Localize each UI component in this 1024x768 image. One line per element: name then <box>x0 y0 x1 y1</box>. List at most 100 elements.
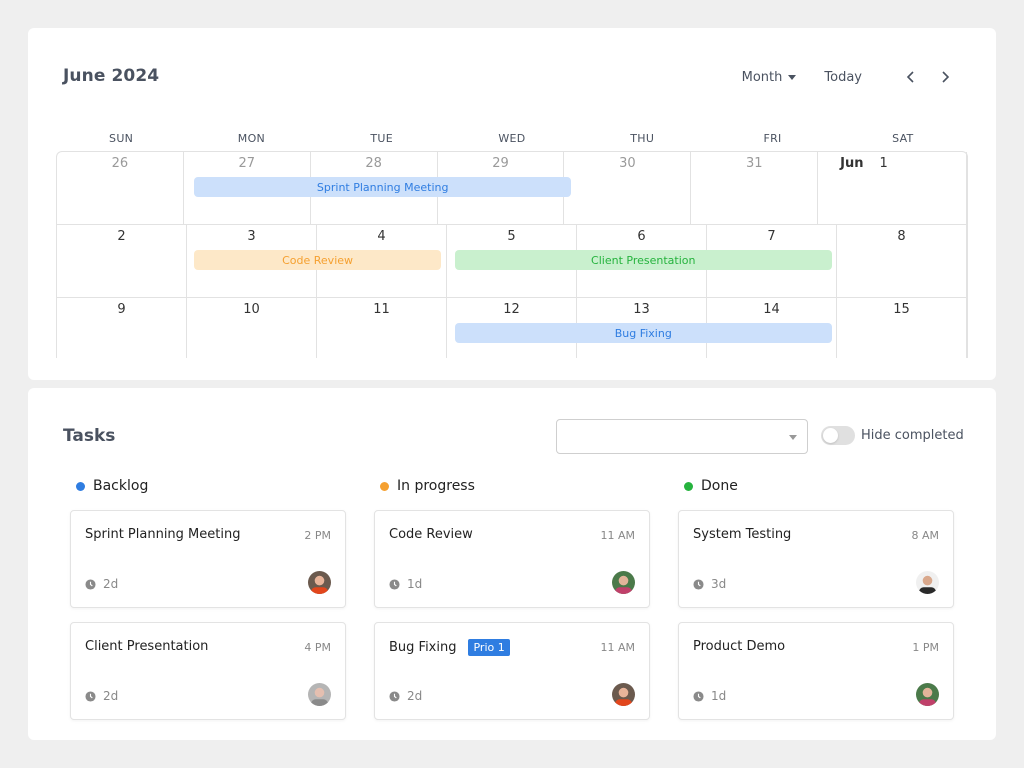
calendar-event[interactable]: Sprint Planning Meeting <box>194 177 572 197</box>
task-time: 11 AM <box>600 641 635 654</box>
day-number: 5 <box>507 229 516 244</box>
task-title: Sprint Planning Meeting <box>85 527 240 542</box>
day-number: 6 <box>637 229 646 244</box>
duration-text: 1d <box>407 577 423 591</box>
duration-text: 3d <box>711 577 727 591</box>
month-label: Jun <box>840 156 864 171</box>
status-dot-icon <box>380 481 389 491</box>
prev-month-button[interactable] <box>900 66 922 88</box>
clock-icon <box>85 578 96 590</box>
calendar-title: June 2024 <box>63 66 160 86</box>
week-row: 9 10 11 12 13 14 15 Bug Fixing <box>57 298 967 358</box>
clock-icon <box>389 690 400 702</box>
task-card[interactable]: Bug Fixing Prio 1 11 AM 2d <box>374 622 650 720</box>
day-cell[interactable]: 11 <box>317 298 447 358</box>
day-cell[interactable]: 26 <box>57 152 184 224</box>
task-title-text: Client Presentation <box>85 639 209 654</box>
day-number: 15 <box>893 302 910 317</box>
clock-icon <box>693 690 704 702</box>
hide-completed-label: Hide completed <box>861 428 964 443</box>
toggle-knob <box>823 428 838 443</box>
caret-down-icon <box>789 435 797 440</box>
day-cell[interactable]: 8 <box>837 225 967 297</box>
calendar-event[interactable]: Code Review <box>194 250 441 270</box>
weekday-label: THU <box>630 132 655 145</box>
column-header: Done <box>684 476 954 496</box>
duration-text: 2d <box>103 577 119 591</box>
day-number: 30 <box>619 156 636 171</box>
avatar[interactable] <box>916 571 939 594</box>
clock-icon <box>389 578 400 590</box>
task-title: Product Demo <box>693 639 785 654</box>
weekday-label: FRI <box>763 132 782 145</box>
toggle-switch[interactable] <box>821 426 855 445</box>
task-card[interactable]: System Testing 8 AM 3d <box>678 510 954 608</box>
task-duration: 3d <box>693 577 726 591</box>
calendar-controls: Month Today <box>742 66 956 88</box>
task-card[interactable]: Product Demo 1 PM 1d <box>678 622 954 720</box>
week-row: 2 3 4 5 6 7 8 Code Review Client Presentation <box>57 225 967 298</box>
day-number: 27 <box>238 156 256 171</box>
task-duration: 1d <box>389 577 422 591</box>
task-time: 1 PM <box>912 641 939 654</box>
day-cell[interactable]: 10 <box>187 298 317 358</box>
calendar-event[interactable]: Bug Fixing <box>454 323 832 343</box>
day-number: 11 <box>373 302 390 317</box>
task-title-text: Code Review <box>389 527 473 542</box>
weekday-label: WED <box>498 132 526 145</box>
view-select[interactable]: Month <box>742 70 797 85</box>
avatar[interactable] <box>308 683 331 706</box>
day-cell[interactable]: 30 <box>564 152 692 224</box>
day-cell[interactable]: 2 <box>57 225 187 297</box>
task-time: 8 AM <box>911 529 939 542</box>
task-title: Client Presentation <box>85 639 208 654</box>
column-title: In progress <box>397 478 475 494</box>
next-month-button[interactable] <box>934 66 956 88</box>
chevron-right-icon <box>942 71 950 83</box>
task-title-text: Product Demo <box>693 639 786 654</box>
chevron-left-icon <box>906 71 914 83</box>
view-select-label: Month <box>741 69 783 85</box>
task-title: Bug Fixing Prio 1 <box>389 639 510 656</box>
task-title-text: System Testing <box>693 527 792 542</box>
avatar[interactable] <box>612 571 635 594</box>
task-time: 11 AM <box>600 529 635 542</box>
day-cell[interactable]: Jun 1 <box>818 152 968 224</box>
task-duration: 2d <box>85 577 118 591</box>
duration-text: 1d <box>711 689 727 703</box>
week-row: 26 27 28 29 30 31 Jun 1 Sprint Planning Meeting <box>57 152 968 225</box>
tasks-title: Tasks <box>63 426 116 446</box>
weekday-header: SUN MON TUE WED THU FRI SAT <box>56 132 968 145</box>
task-time: 2 PM <box>304 529 331 542</box>
task-column: Done System Testing 8 AM 3d Product Demo 1 PM… <box>678 476 954 720</box>
day-cell[interactable]: 15 <box>837 298 967 358</box>
day-number: 1 <box>879 156 888 171</box>
avatar[interactable] <box>612 683 635 706</box>
day-number: 8 <box>897 229 906 244</box>
task-card[interactable]: Client Presentation 4 PM 2d <box>70 622 346 720</box>
day-cell[interactable]: 9 <box>57 298 187 358</box>
duration-text: 2d <box>103 689 119 703</box>
hide-completed-toggle[interactable]: Hide completed <box>821 426 964 445</box>
day-number: 14 <box>763 302 780 317</box>
task-duration: 2d <box>85 689 118 703</box>
calendar-event[interactable]: Client Presentation <box>454 250 832 270</box>
day-number: 3 <box>247 229 256 244</box>
tasks-panel: Tasks Hide completed Backlog Sprint Plann… <box>28 388 996 740</box>
weekday-label: MON <box>237 132 266 145</box>
task-card[interactable]: Sprint Planning Meeting 2 PM 2d <box>70 510 346 608</box>
today-button[interactable]: Today <box>824 70 862 85</box>
day-number: 9 <box>117 302 126 317</box>
day-number: 4 <box>377 229 386 244</box>
day-number: 26 <box>111 156 129 171</box>
day-cell[interactable]: 31 <box>691 152 819 224</box>
day-number: 12 <box>503 302 520 317</box>
day-number: 29 <box>492 156 509 171</box>
task-card[interactable]: Code Review 11 AM 1d <box>374 510 650 608</box>
column-title: Done <box>701 478 738 494</box>
clock-icon <box>85 690 96 702</box>
task-filter-select[interactable] <box>556 419 808 454</box>
avatar[interactable] <box>308 571 331 594</box>
status-dot-icon <box>76 481 85 491</box>
avatar[interactable] <box>916 683 939 706</box>
